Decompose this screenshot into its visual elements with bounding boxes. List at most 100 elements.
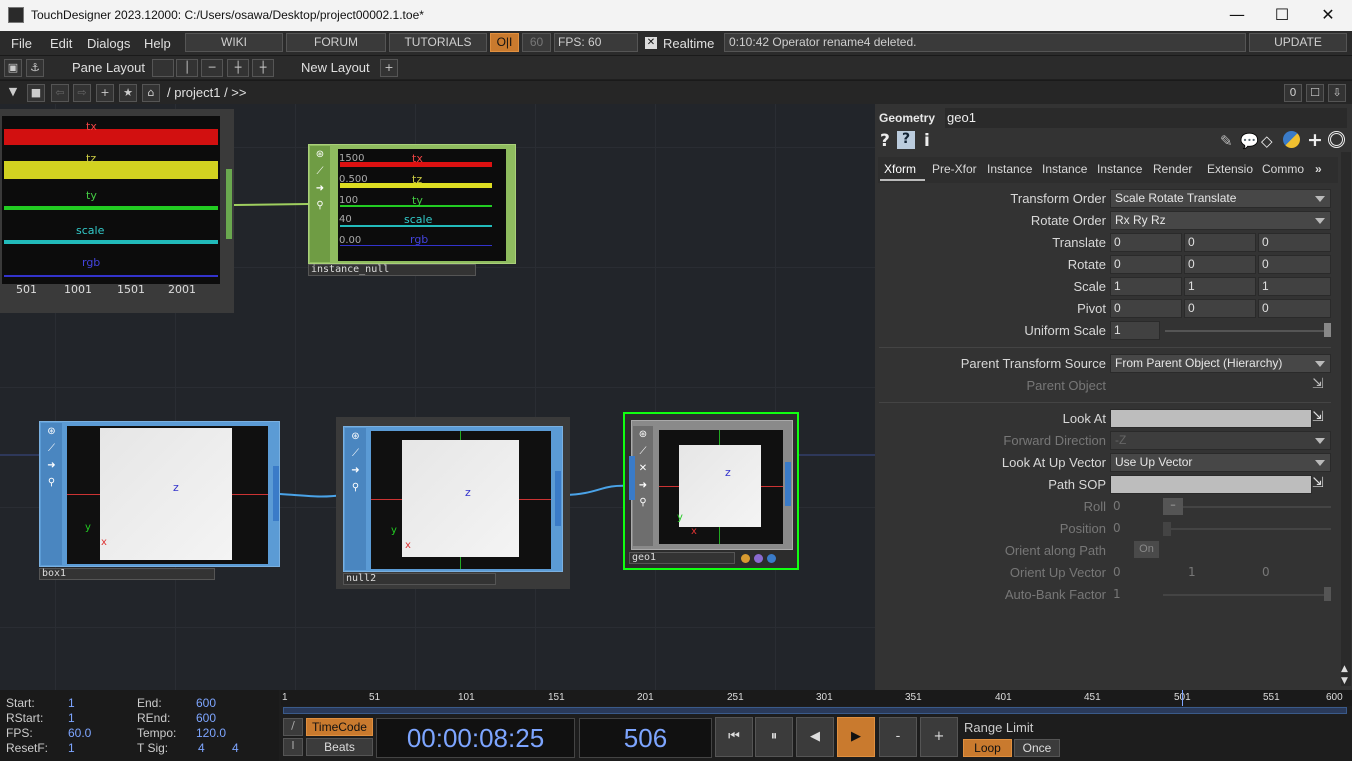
realtime-checkbox[interactable]: ✕ bbox=[645, 37, 657, 49]
look-at-up-vector-menu[interactable]: Use Up Vector bbox=[1110, 453, 1331, 472]
node-side-toolbar[interactable]: ⊛ ⟋ ➜ ⚲ bbox=[345, 428, 366, 570]
uniform-scale-slider-handle[interactable] bbox=[1324, 323, 1331, 337]
play-backward-icon[interactable]: ◀ bbox=[796, 717, 834, 757]
rotate-order-menu[interactable]: Rx Ry Rz bbox=[1110, 211, 1331, 230]
operator-name-field[interactable]: geo1 bbox=[945, 108, 1347, 128]
node-name-box1[interactable]: box1 bbox=[39, 568, 215, 580]
node-flag-blue[interactable] bbox=[767, 554, 776, 563]
auto-bank-factor-slider-handle[interactable] bbox=[1324, 587, 1331, 601]
fps-value[interactable]: 60.0 bbox=[68, 726, 91, 740]
orient-up-vector-x[interactable]: 0 bbox=[1113, 565, 1121, 579]
scale-y-field[interactable]: 1 bbox=[1184, 277, 1256, 296]
layout-split-vertical-button[interactable]: │ bbox=[176, 59, 198, 77]
tab-pre-xform[interactable]: Pre-Xfor bbox=[932, 162, 977, 176]
timecode-display[interactable]: 00:00:08:25 bbox=[376, 718, 575, 758]
geo1-input-connector[interactable] bbox=[629, 456, 635, 500]
node-name-geo1[interactable]: geo1 bbox=[629, 552, 735, 564]
info-icon[interactable]: i bbox=[924, 131, 930, 151]
orient-along-path-toggle[interactable]: On bbox=[1134, 541, 1159, 558]
rewind-icon[interactable]: ⏮ bbox=[715, 717, 753, 757]
edit-pencil-icon[interactable]: ✎ bbox=[1220, 132, 1233, 150]
look-at-picker-icon[interactable]: ⇲ bbox=[1312, 409, 1324, 425]
frame-display[interactable]: 506 bbox=[579, 718, 712, 758]
position-value[interactable]: 0 bbox=[1113, 521, 1121, 535]
rstart-value[interactable]: 1 bbox=[68, 711, 75, 725]
orient-up-vector-z[interactable]: 0 bbox=[1262, 565, 1270, 579]
node-side-toolbar[interactable]: ⊛ ⟋ ➜ ⚲ bbox=[310, 146, 330, 262]
uniform-scale-field[interactable]: 1 bbox=[1110, 321, 1160, 340]
step-back-icon[interactable]: - bbox=[879, 717, 917, 757]
tutorials-button[interactable]: TUTORIALS bbox=[389, 33, 487, 52]
add-parameter-icon[interactable]: + bbox=[1307, 129, 1323, 151]
target-icon[interactable] bbox=[1328, 131, 1345, 148]
network-editor[interactable]: tx tz ty scale rgb 501 1001 1501 2001 ⊛ ⟋… bbox=[0, 104, 875, 690]
node-flag-orange[interactable] bbox=[741, 554, 750, 563]
cube-icon[interactable]: ◇ bbox=[1261, 132, 1273, 150]
tab-instance-2[interactable]: Instance bbox=[1042, 162, 1087, 176]
beats-button[interactable]: Beats bbox=[306, 738, 373, 756]
tab-instance-3[interactable]: Instance bbox=[1097, 162, 1142, 176]
stop-icon[interactable]: ■ bbox=[27, 84, 45, 102]
home-icon[interactable]: ⌂ bbox=[142, 84, 160, 102]
fps-limit-box[interactable]: 60 bbox=[522, 33, 551, 52]
update-button[interactable]: UPDATE bbox=[1249, 33, 1347, 52]
once-button[interactable]: Once bbox=[1014, 739, 1060, 757]
translate-x-field[interactable]: 0 bbox=[1110, 233, 1182, 252]
rotate-x-field[interactable]: 0 bbox=[1110, 255, 1182, 274]
beats-slash-button[interactable]: I bbox=[283, 738, 303, 756]
pivot-y-field[interactable]: 0 bbox=[1184, 299, 1256, 318]
timecode-button[interactable]: TimeCode bbox=[306, 718, 373, 736]
pane-download-icon[interactable]: ⇩ bbox=[1328, 84, 1346, 102]
layout-split-horizontal-button[interactable]: ─ bbox=[201, 59, 223, 77]
instance-null-node[interactable]: ⊛ ⟋ ➜ ⚲ tx tz ty scale rgb 1500 0.500 100 4… bbox=[308, 144, 516, 276]
wiki-button[interactable]: WIKI bbox=[185, 33, 283, 52]
scale-x-field[interactable]: 1 bbox=[1110, 277, 1182, 296]
playhead[interactable] bbox=[1182, 690, 1183, 706]
python-icon[interactable] bbox=[1283, 131, 1300, 148]
translate-z-field[interactable]: 0 bbox=[1258, 233, 1331, 252]
pivot-x-field[interactable]: 0 bbox=[1110, 299, 1182, 318]
scroll-up-icon[interactable]: ▲ bbox=[1341, 664, 1348, 674]
roll-value[interactable]: 0 bbox=[1113, 499, 1121, 513]
node-side-toolbar[interactable]: ⊛ ⟋ ✕ ➜ ⚲ bbox=[633, 426, 653, 546]
chop-node-top[interactable]: tx tz ty scale rgb 501 1001 1501 2001 bbox=[0, 109, 234, 313]
tab-extensions[interactable]: Extensio bbox=[1207, 162, 1253, 176]
network-path[interactable]: / project1 / >> bbox=[167, 85, 247, 100]
uniform-scale-slider[interactable] bbox=[1165, 330, 1331, 332]
layout-single-button[interactable] bbox=[152, 59, 174, 77]
anchor-icon[interactable]: ⚓ bbox=[26, 59, 44, 77]
tab-xform[interactable]: Xform bbox=[884, 162, 916, 176]
tsig-value-b[interactable]: 4 bbox=[232, 741, 239, 755]
parameter-scrollbar[interactable] bbox=[1341, 152, 1351, 686]
forward-icon[interactable]: ⇨ bbox=[73, 84, 91, 102]
scale-z-field[interactable]: 1 bbox=[1258, 277, 1331, 296]
play-forward-icon[interactable]: ▶ bbox=[837, 717, 875, 757]
position-slider-handle[interactable] bbox=[1163, 522, 1171, 536]
box1-node[interactable]: ⊛ ⟋ ➜ ⚲ z y x box1 bbox=[39, 421, 280, 581]
menu-help[interactable]: Help bbox=[144, 36, 171, 51]
null2-output-connector[interactable] bbox=[555, 471, 561, 526]
auto-bank-factor-slider[interactable] bbox=[1163, 594, 1325, 596]
layout-four-button[interactable]: ┼ bbox=[252, 59, 274, 77]
node-name-null2[interactable]: null2 bbox=[343, 573, 496, 585]
rotate-y-field[interactable]: 0 bbox=[1184, 255, 1256, 274]
maximize-button[interactable]: ☐ bbox=[1259, 0, 1305, 31]
parent-object-picker-icon[interactable]: ⇲ bbox=[1312, 376, 1324, 392]
maximize-pane-icon[interactable]: ☐ bbox=[1306, 84, 1324, 102]
close-button[interactable]: ✕ bbox=[1305, 0, 1351, 31]
forward-direction-menu[interactable]: -Z bbox=[1110, 431, 1331, 450]
layout-three-button[interactable]: ┼ bbox=[227, 59, 249, 77]
forum-button[interactable]: FORUM bbox=[286, 33, 386, 52]
help-icon[interactable]: ? bbox=[880, 131, 890, 151]
back-icon[interactable]: ⇦ bbox=[51, 84, 69, 102]
orient-up-vector-y[interactable]: 1 bbox=[1188, 565, 1196, 579]
box1-output-connector[interactable] bbox=[273, 466, 279, 521]
pane-view-icon[interactable]: ▣ bbox=[4, 59, 22, 77]
path-sop-picker-icon[interactable]: ⇲ bbox=[1312, 475, 1324, 491]
minimize-button[interactable]: — bbox=[1214, 0, 1260, 31]
rotate-z-field[interactable]: 0 bbox=[1258, 255, 1331, 274]
auto-bank-factor-value[interactable]: 1 bbox=[1113, 587, 1121, 601]
path-sop-field[interactable] bbox=[1110, 475, 1312, 494]
loop-button[interactable]: Loop bbox=[963, 739, 1012, 757]
tab-common[interactable]: Commo bbox=[1262, 162, 1304, 176]
